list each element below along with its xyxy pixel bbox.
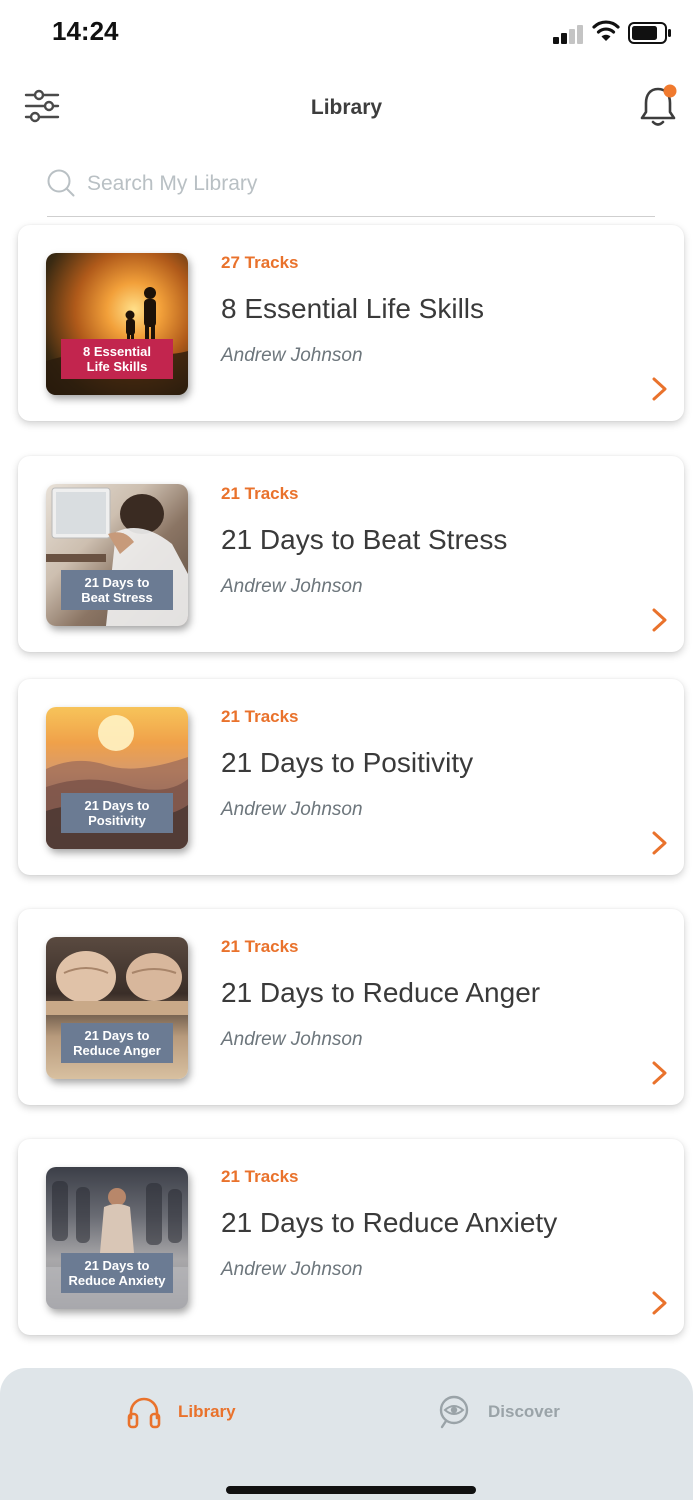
notifications-button[interactable] [638, 84, 678, 128]
track-count: 21 Tracks [221, 484, 299, 503]
page-title: Library [310, 96, 383, 119]
status-bar: 14:24 [0, 0, 693, 64]
cover-label-line2: Beat Stress [81, 590, 153, 605]
track-count: 21 Tracks [221, 1167, 299, 1186]
cover-image: 21 Days to Beat Stress [46, 484, 188, 626]
track-count: 21 Tracks [221, 707, 299, 726]
program-title: 21 Days to Positivity [221, 747, 474, 778]
cover-label-line1: 8 Essential [83, 344, 151, 359]
author-name: Andrew Johnson [221, 576, 363, 597]
cover-image: 21 Days to Positivity [46, 707, 188, 849]
tab-library[interactable]: Library [126, 1392, 236, 1432]
chevron-right-icon[interactable] [650, 375, 670, 403]
cover-label-line1: 21 Days to [84, 1258, 150, 1273]
chevron-right-icon[interactable] [650, 1059, 670, 1087]
cover-image: 8 Essential Life Skills [46, 253, 188, 395]
author-name: Andrew Johnson [221, 345, 363, 366]
tab-label: Discover [488, 1402, 560, 1421]
cover-label-line1: 21 Days to [84, 575, 150, 590]
tab-label: Library [178, 1402, 236, 1421]
bottom-tab-bar: Library Discover [0, 1368, 693, 1500]
cellular-signal-icon [553, 24, 585, 44]
library-item-card[interactable]: 8 Essential Life Skills 27 Tracks 8 Essen… [18, 225, 684, 421]
author-name: Andrew Johnson [221, 1259, 363, 1280]
search-bar [47, 160, 655, 217]
program-title: 8 Essential Life Skills [221, 293, 485, 324]
search-icon [47, 169, 75, 197]
cover-label-line1: 21 Days to [84, 798, 150, 813]
chevron-right-icon[interactable] [650, 606, 670, 634]
cover-image: 21 Days to Reduce Anger [46, 937, 188, 1079]
program-title: 21 Days to Reduce Anger [221, 977, 541, 1008]
status-time: 14:24 [52, 16, 119, 46]
wifi-icon [592, 20, 620, 41]
author-name: Andrew Johnson [221, 799, 363, 820]
program-title: 21 Days to Reduce Anxiety [221, 1207, 558, 1238]
track-count: 27 Tracks [221, 253, 299, 272]
battery-icon [628, 22, 671, 44]
notification-badge [663, 84, 677, 98]
track-count: 21 Tracks [221, 937, 299, 956]
headphones-icon [127, 1397, 161, 1429]
cover-label-line1: 21 Days to [84, 1028, 150, 1043]
tab-discover[interactable]: Discover [436, 1392, 560, 1432]
cover-image: 21 Days to Reduce Anxiety [46, 1167, 188, 1309]
app-header: Library [0, 70, 693, 146]
program-title: 21 Days to Beat Stress [221, 524, 508, 555]
cover-label-line2: Positivity [88, 813, 146, 828]
home-indicator [226, 1486, 476, 1494]
chevron-right-icon[interactable] [650, 829, 670, 857]
author-name: Andrew Johnson [221, 1029, 363, 1050]
library-item-card[interactable]: 21 Days to Beat Stress 21 Tracks 21 Days … [18, 456, 684, 652]
cover-label-line2: Reduce Anxiety [68, 1273, 166, 1288]
cover-label-line2: Life Skills [86, 359, 148, 374]
bell-icon [640, 84, 677, 126]
search-input[interactable] [87, 164, 647, 204]
cover-label-line2: Reduce Anger [73, 1043, 161, 1058]
chevron-right-icon[interactable] [650, 1289, 670, 1317]
library-item-card[interactable]: 21 Days to Reduce Anxiety 21 Tracks 21 Da… [18, 1139, 684, 1335]
library-item-card[interactable]: 21 Days to Positivity 21 Tracks 21 Days t… [18, 679, 684, 875]
eye-icon [439, 1395, 469, 1429]
library-item-card[interactable]: 21 Days to Reduce Anger 21 Tracks 21 Days… [18, 909, 684, 1105]
